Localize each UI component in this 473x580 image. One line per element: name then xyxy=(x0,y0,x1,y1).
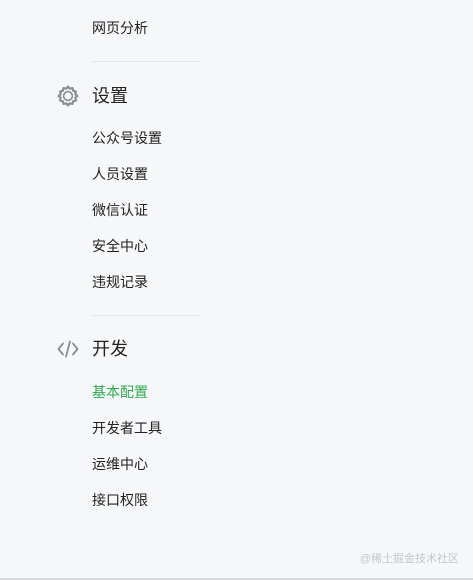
section-header-settings: 设置 xyxy=(56,82,128,110)
menu-item-ops-center[interactable]: 运维中心 xyxy=(92,454,148,474)
divider xyxy=(92,315,200,316)
menu-item-security-center[interactable]: 安全中心 xyxy=(92,236,148,256)
gear-icon xyxy=(56,84,80,108)
menu-item-account-settings[interactable]: 公众号设置 xyxy=(92,128,162,148)
menu-item-api-permissions[interactable]: 接口权限 xyxy=(92,490,148,510)
section-header-development: 开发 xyxy=(56,335,128,363)
menu-item-personnel-settings[interactable]: 人员设置 xyxy=(92,164,148,184)
menu-item-violation-records[interactable]: 违规记录 xyxy=(92,272,148,292)
menu-item-web-analysis[interactable]: 网页分析 xyxy=(92,18,148,38)
section-title-development: 开发 xyxy=(92,339,128,359)
menu-item-basic-config[interactable]: 基本配置 xyxy=(92,382,148,402)
section-title-settings: 设置 xyxy=(92,86,128,106)
sidebar-menu: 网页分析 设置 公众号设置 人员设置 微信认证 安全中心 违规记录 开发 基本配… xyxy=(0,0,473,580)
menu-item-developer-tools[interactable]: 开发者工具 xyxy=(92,418,162,438)
watermark: @稀土掘金技术社区 xyxy=(359,553,459,565)
menu-item-wechat-verification[interactable]: 微信认证 xyxy=(92,200,148,220)
divider xyxy=(92,61,200,62)
code-icon xyxy=(56,337,80,361)
